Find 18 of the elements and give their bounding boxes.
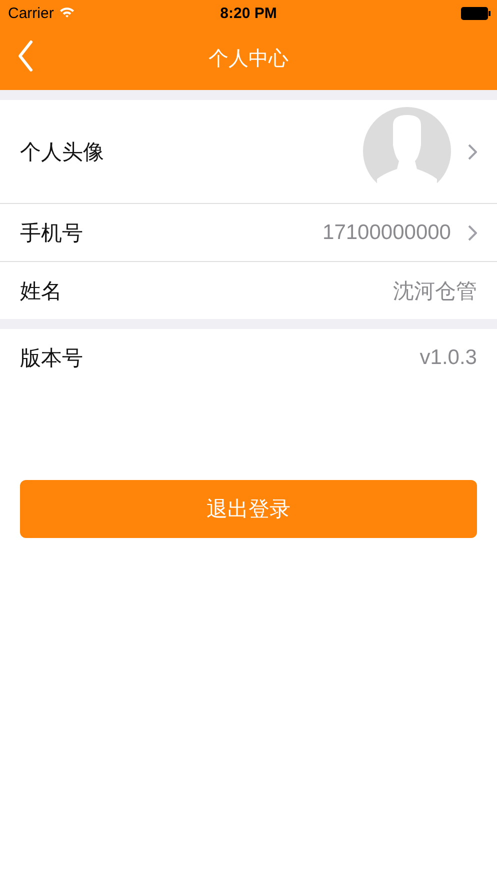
row-label: 版本号 — [20, 344, 83, 372]
status-time: 8:20 PM — [220, 4, 277, 22]
row-label: 手机号 — [20, 220, 83, 246]
settings-row[interactable]: 版本号 v1.0.3 — [0, 329, 497, 386]
row-value: 17100000000 — [322, 220, 451, 244]
carrier-label: Carrier — [8, 4, 54, 22]
settings-row[interactable]: 个人头像 — [0, 100, 497, 204]
row-value: 沈河仓管 — [393, 278, 477, 304]
row-label: 姓名 — [20, 278, 62, 304]
row-value: v1.0.3 — [420, 346, 477, 370]
avatar-icon — [363, 107, 451, 183]
wifi-icon — [58, 6, 75, 18]
settings-row[interactable]: 手机号 17100000000 — [0, 204, 497, 262]
settings-row[interactable]: 姓名 沈河仓管 — [0, 262, 497, 319]
battery-icon — [461, 6, 491, 20]
back-icon[interactable] — [17, 40, 33, 72]
row-label: 个人头像 — [20, 138, 104, 166]
page-title: 个人中心 — [208, 44, 288, 72]
